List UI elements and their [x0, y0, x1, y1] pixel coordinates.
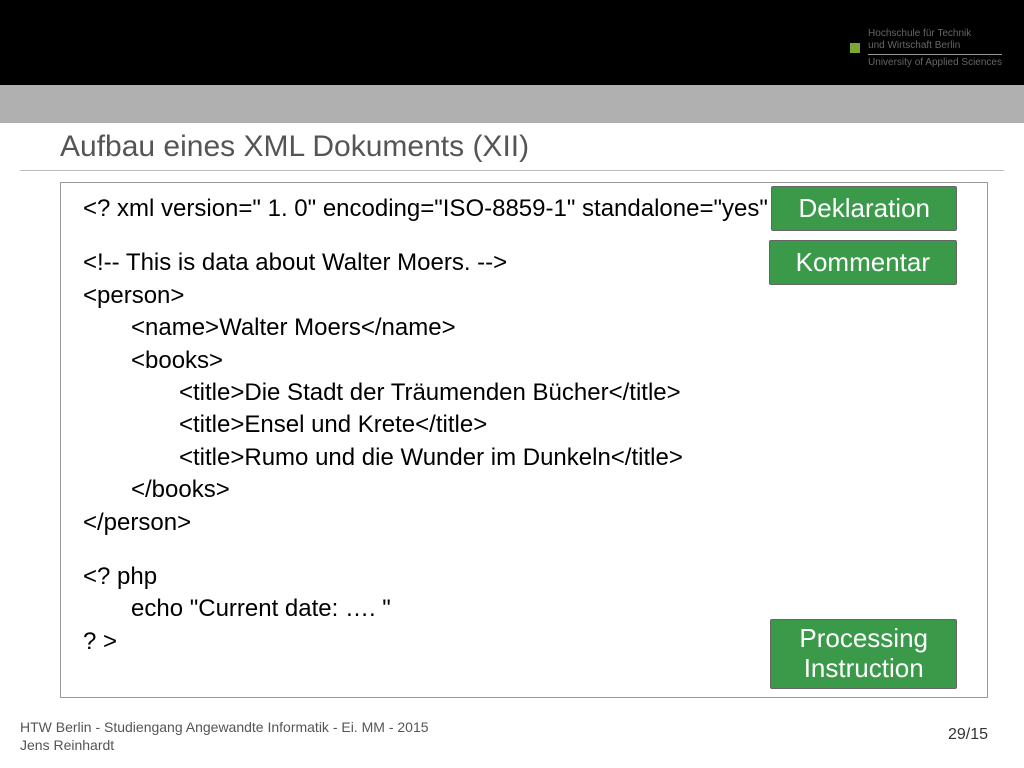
badge-pi-line2: Instruction [799, 654, 928, 684]
code-person-close: </person> [83, 507, 971, 539]
slide: htw Hochschule für Technik und Wirtschaf… [0, 0, 1024, 768]
logo-line2: und Wirtschaft Berlin [868, 40, 1002, 52]
footer-line2: Jens Reinhardt [20, 736, 429, 754]
code-title3: <title>Rumo und die Wunder im Dunkeln</t… [83, 442, 971, 474]
footer: HTW Berlin - Studiengang Angewandte Info… [20, 718, 429, 754]
code-name: <name>Walter Moers</name> [83, 312, 971, 344]
badge-deklaration: Deklaration [771, 186, 957, 231]
logo-line3: University of Applied Sciences [868, 54, 1002, 69]
logo-text: Hochschule für Technik und Wirtschaft Be… [868, 28, 1002, 69]
badge-kommentar: Kommentar [769, 240, 957, 285]
badge-processing-instruction: Processing Instruction [770, 619, 957, 689]
slide-title: Aufbau eines XML Dokuments (XII) [60, 130, 529, 164]
logo-square-icon [850, 43, 860, 53]
footer-line1: HTW Berlin - Studiengang Angewandte Info… [20, 718, 429, 736]
code-books-close: </books> [83, 474, 971, 506]
logo-mark-text: htw [794, 28, 847, 67]
code-books-open: <books> [83, 345, 971, 377]
grey-bar [0, 85, 1024, 123]
badge-pi-line1: Processing [799, 624, 928, 654]
page-number: 29/15 [948, 726, 988, 744]
htw-logo: htw Hochschule für Technik und Wirtschaf… [794, 28, 1002, 69]
code-php-open: <? php [83, 561, 971, 593]
logo-mark: htw [794, 28, 860, 67]
code-title1: <title>Die Stadt der Träumenden Bücher</… [83, 377, 971, 409]
logo-line1: Hochschule für Technik [868, 28, 1002, 40]
title-divider [20, 170, 1004, 171]
code-box: <? xml version=" 1. 0" encoding="ISO-885… [60, 182, 988, 698]
code-title2: <title>Ensel und Krete</title> [83, 409, 971, 441]
